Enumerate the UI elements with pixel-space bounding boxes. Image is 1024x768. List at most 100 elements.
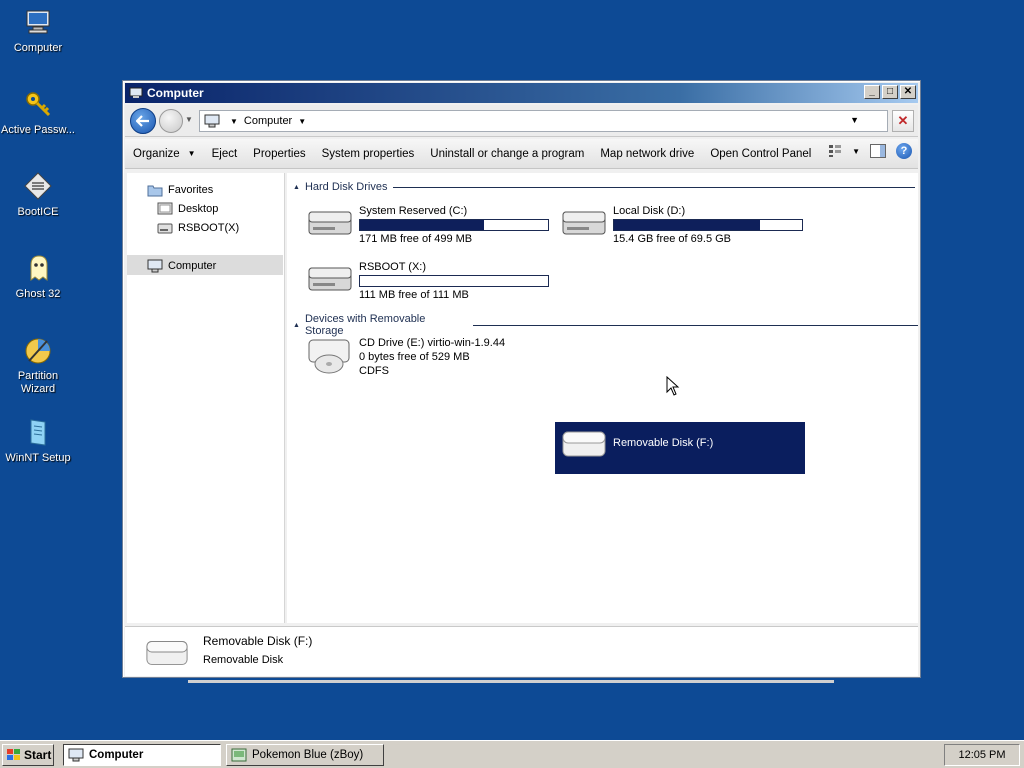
preview-pane-icon[interactable] <box>870 144 886 158</box>
computer-icon <box>147 259 163 273</box>
desktop-icon-winnt-setup[interactable]: WinNT Setup <box>0 416 76 465</box>
desktop-icon-label: Ghost 32 <box>15 288 61 300</box>
capacity-fill <box>360 220 484 230</box>
taskbar: Start Computer Pokemon Blue (zBoy) 12:05… <box>0 740 1024 768</box>
history-dropdown-icon[interactable]: ▼ <box>185 115 193 124</box>
computer-icon <box>22 6 54 38</box>
view-dropdown-icon[interactable]: ▼ <box>852 147 860 156</box>
capacity-bar <box>359 219 549 231</box>
help-icon[interactable]: ? <box>896 143 912 159</box>
desktop-icon-bootice[interactable]: BootICE <box>0 170 76 219</box>
drive-icon <box>157 223 173 234</box>
hard-drive-icon <box>308 211 352 235</box>
clock-time: 12:05 PM <box>958 749 1006 761</box>
removable-disk-icon <box>562 431 606 457</box>
close-icon[interactable]: ✕ <box>892 110 914 132</box>
organize-button[interactable]: Organize ▼ <box>125 142 204 166</box>
divider <box>472 324 918 326</box>
drive-free-space: 15.4 GB free of 69.5 GB <box>613 233 732 245</box>
details-name: Removable Disk (F:) <box>203 634 313 648</box>
desktop-icon-label: WinNT Setup <box>5 452 71 464</box>
details-pane: Removable Disk (F:) Removable Disk <box>125 626 918 676</box>
capacity-fill <box>614 220 761 230</box>
group-label: Devices with Removable Storage <box>304 313 426 337</box>
capacity-bar <box>359 275 549 287</box>
desktop-icon-computer[interactable]: Computer <box>0 6 76 55</box>
winnt-setup-icon <box>22 416 54 448</box>
chevron-down-icon[interactable]: ▼ <box>298 117 306 126</box>
change-view-icon[interactable] <box>828 144 842 158</box>
task-button-pokemon-blue[interactable]: Pokemon Blue (zBoy) <box>226 744 384 766</box>
drive-name: System Reserved (C:) <box>359 205 468 217</box>
minimize-button[interactable]: _ <box>864 85 880 99</box>
drive-name: CD Drive (E:) virtio-win-1.9.44 <box>359 337 506 349</box>
removable-disk-icon <box>146 641 188 665</box>
arrow-left-icon <box>136 115 149 127</box>
nav-label: RSBOOT(X) <box>178 222 240 234</box>
drive-name: RSBOOT (X:) <box>359 261 427 273</box>
nav-label: Favorites <box>168 184 214 196</box>
collapse-icon[interactable]: ▲ <box>293 184 300 191</box>
partition-wizard-icon <box>22 334 54 366</box>
command-bar: Organize ▼ Eject Properties System proper… <box>125 139 918 169</box>
task-label: Computer <box>89 749 144 761</box>
desktop-icon-ghost32[interactable]: Ghost 32 <box>0 252 76 301</box>
group-header-removable-storage[interactable]: ▲ Devices with Removable Storage <box>293 313 918 337</box>
eject-button[interactable]: Eject <box>204 142 246 166</box>
chevron-down-icon[interactable]: ▼ <box>230 117 238 126</box>
desktop-icon-label: BootICE <box>17 206 59 218</box>
forward-button[interactable] <box>159 109 183 133</box>
drive-filesystem: CDFS <box>359 365 389 377</box>
drive-name: Local Disk (D:) <box>613 205 686 217</box>
group-label: Hard Disk Drives <box>304 181 388 193</box>
drive-x[interactable]: RSBOOT (X:) 111 MB free of 111 MB <box>307 260 549 302</box>
address-field[interactable]: ▼ Computer ▼ ▼ <box>199 110 888 132</box>
desktop-icon-label: Computer <box>13 42 63 54</box>
computer-icon <box>204 114 220 128</box>
collapse-icon[interactable]: ▲ <box>293 322 300 329</box>
address-dropdown-icon[interactable]: ▼ <box>850 115 859 125</box>
nav-item-favorites[interactable]: Favorites <box>147 181 213 199</box>
task-button-computer[interactable]: Computer <box>63 744 221 766</box>
drive-e[interactable]: CD Drive (E:) virtio-win-1.9.44 0 bytes … <box>307 336 505 378</box>
task-label: Pokemon Blue (zBoy) <box>252 749 364 761</box>
drive-d[interactable]: Local Disk (D:) 15.4 GB free of 69.5 GB <box>561 204 803 246</box>
desktop-icon-partition-wizard[interactable]: Partition Wizard <box>0 334 76 396</box>
drive-f[interactable]: Removable Disk (F:) <box>561 426 713 460</box>
windows-logo-icon <box>7 749 20 760</box>
nav-item-computer[interactable]: Computer <box>147 257 216 275</box>
desktop-icon <box>157 202 173 215</box>
folder-icon <box>147 185 163 197</box>
nav-item-desktop[interactable]: Desktop <box>157 200 218 218</box>
system-properties-button[interactable]: System properties <box>314 142 423 166</box>
system-tray-clock[interactable]: 12:05 PM <box>944 744 1020 766</box>
address-bar: ▼ ▼ Computer ▼ ▼ ✕ <box>125 105 918 137</box>
ghost-icon <box>22 252 54 284</box>
start-button[interactable]: Start <box>2 744 54 766</box>
nav-item-rsboot[interactable]: RSBOOT(X) <box>157 219 239 237</box>
drive-free-space: 171 MB free of 499 MB <box>359 233 473 245</box>
map-network-drive-button[interactable]: Map network drive <box>592 142 702 166</box>
address-location: Computer <box>243 115 293 127</box>
app-window-icon <box>231 748 247 762</box>
open-control-panel-button[interactable]: Open Control Panel <box>702 142 819 166</box>
hard-drive-icon <box>308 267 352 291</box>
drive-free-space: 111 MB free of 111 MB <box>359 289 469 301</box>
computer-icon <box>68 748 84 762</box>
window-shadow-strip <box>188 680 834 683</box>
group-header-hard-disk-drives[interactable]: ▲ Hard Disk Drives <box>293 181 916 193</box>
maximize-button[interactable]: □ <box>882 85 898 99</box>
title-bar[interactable]: Computer _ □ ✕ <box>125 83 918 103</box>
capacity-bar <box>613 219 803 231</box>
desktop-icon-label: Active Passw... <box>1 124 75 136</box>
desktop-icon-active-password[interactable]: Active Passw... <box>0 88 76 137</box>
back-button[interactable] <box>130 108 156 134</box>
organize-label: Organize <box>133 147 180 160</box>
drive-c[interactable]: System Reserved (C:) 171 MB free of 499 … <box>307 204 549 246</box>
hard-drive-icon <box>562 211 606 235</box>
uninstall-program-button[interactable]: Uninstall or change a program <box>422 142 592 166</box>
close-button[interactable]: ✕ <box>900 85 916 99</box>
properties-button[interactable]: Properties <box>245 142 313 166</box>
computer-icon <box>129 87 143 98</box>
mouse-cursor-icon <box>666 376 680 396</box>
